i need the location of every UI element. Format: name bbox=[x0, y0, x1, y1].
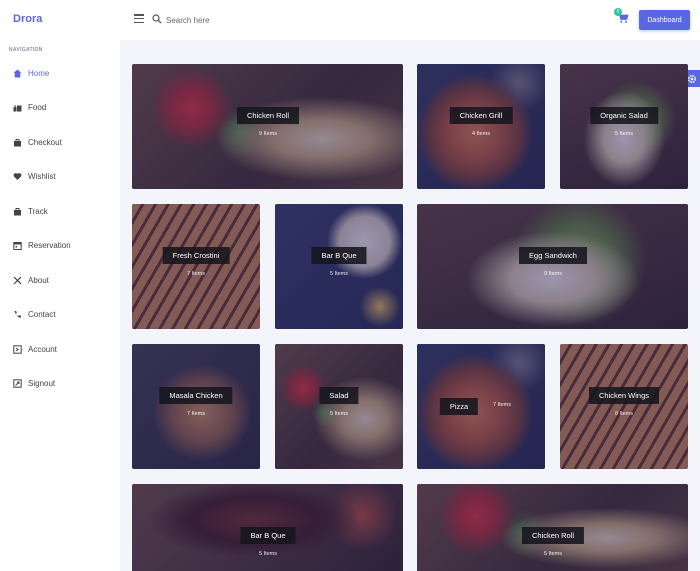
card-image bbox=[560, 344, 688, 469]
category-count: 7 Items bbox=[186, 411, 206, 417]
menu-toggle-icon[interactable] bbox=[134, 14, 144, 23]
sidebar-item-label: Account bbox=[28, 345, 57, 354]
utensils-icon bbox=[13, 276, 22, 285]
sidebar-item-account[interactable]: Account bbox=[0, 340, 120, 360]
account-icon bbox=[13, 345, 22, 354]
home-icon bbox=[13, 69, 22, 78]
sidebar-item-about[interactable]: About bbox=[0, 271, 120, 291]
category-title: Salad bbox=[319, 387, 359, 404]
category-title: Organic Salad bbox=[590, 107, 658, 124]
category-title: Masala Chicken bbox=[159, 387, 233, 404]
category-card[interactable]: Chicken Grill 4 Items bbox=[417, 64, 545, 189]
category-card[interactable]: Chicken Wings 8 Items bbox=[560, 344, 688, 469]
phone-icon bbox=[14, 311, 21, 318]
card-image bbox=[417, 64, 545, 189]
card-image bbox=[275, 344, 403, 469]
top-bar: Drora 0 Dashboard bbox=[0, 0, 700, 40]
category-title: Pizza bbox=[439, 398, 479, 415]
category-count: 7 Items bbox=[186, 271, 206, 277]
brand-logo[interactable]: Drora bbox=[13, 13, 42, 25]
sidebar-item-contact[interactable]: Contact bbox=[0, 305, 120, 325]
sidebar-item-checkout[interactable]: Checkout bbox=[0, 133, 120, 153]
category-count: 9 Items bbox=[543, 271, 563, 277]
bag-icon bbox=[14, 208, 21, 216]
category-count: 5 Items bbox=[543, 551, 563, 557]
category-card[interactable]: Bar B Que 5 Items bbox=[275, 204, 403, 329]
category-count: 5 Items bbox=[614, 131, 634, 137]
category-card[interactable]: Masala Chicken 7 Items bbox=[132, 344, 260, 469]
bag-icon bbox=[14, 139, 21, 147]
sidebar-item-label: Contact bbox=[28, 310, 56, 319]
card-image bbox=[417, 204, 688, 329]
dashboard-button[interactable]: Dashboard bbox=[639, 10, 690, 30]
category-count: 9 Items bbox=[258, 131, 278, 137]
sidebar-item-home[interactable]: Home bbox=[0, 64, 120, 84]
category-card[interactable]: Pizza 7 Items bbox=[417, 344, 545, 469]
sidebar-item-label: Food bbox=[28, 103, 47, 112]
sidebar-item-signout[interactable]: Signout bbox=[0, 374, 120, 394]
card-image bbox=[417, 344, 545, 469]
category-count: 8 Items bbox=[614, 411, 634, 417]
sidebar-item-label: Home bbox=[28, 69, 50, 78]
sidebar-item-label: Checkout bbox=[28, 138, 62, 147]
signout-icon bbox=[13, 379, 22, 388]
gear-icon bbox=[687, 74, 696, 83]
sidebar-item-reservation[interactable]: Reservation bbox=[0, 236, 120, 256]
calendar-icon bbox=[13, 242, 22, 250]
category-count: 7 Items bbox=[492, 402, 512, 408]
card-image bbox=[132, 344, 260, 469]
category-title: Bar B Que bbox=[240, 527, 296, 544]
card-image bbox=[132, 204, 260, 329]
category-count: 4 Items bbox=[471, 131, 491, 137]
cart-badge: 0 bbox=[614, 8, 622, 16]
category-card[interactable]: Fresh Crostini 7 Items bbox=[132, 204, 260, 329]
sidebar-item-track[interactable]: Track bbox=[0, 202, 120, 222]
sidebar-item-label: Reservation bbox=[28, 241, 71, 250]
card-image bbox=[132, 64, 403, 189]
sidebar-item-label: Track bbox=[28, 207, 48, 216]
sidebar: NAVIGATION Home Food Checkout Wishlist T… bbox=[0, 40, 120, 571]
sidebar-item-label: About bbox=[28, 276, 49, 285]
category-title: Fresh Crostini bbox=[162, 247, 230, 264]
category-card[interactable]: Organic Salad 5 Items bbox=[560, 64, 688, 189]
card-image bbox=[275, 204, 403, 329]
sidebar-item-wishlist[interactable]: Wishlist bbox=[0, 167, 120, 187]
category-count: 5 Items bbox=[329, 271, 349, 277]
search-input[interactable] bbox=[166, 13, 366, 27]
category-card[interactable]: Chicken Roll 5 Items bbox=[417, 484, 688, 571]
food-icon bbox=[13, 105, 22, 112]
category-card[interactable]: Salad 5 Items bbox=[275, 344, 403, 469]
category-count: 5 Items bbox=[329, 411, 349, 417]
category-title: Chicken Roll bbox=[521, 527, 585, 544]
category-count: 5 Items bbox=[258, 551, 278, 557]
category-title: Chicken Wings bbox=[588, 387, 660, 404]
category-title: Egg Sandwich bbox=[519, 247, 587, 264]
sidebar-item-food[interactable]: Food bbox=[0, 98, 120, 118]
search-icon bbox=[152, 14, 162, 24]
category-card[interactable]: Bar B Que 5 Items bbox=[132, 484, 403, 571]
card-image bbox=[560, 64, 688, 189]
category-card[interactable]: Egg Sandwich 9 Items bbox=[417, 204, 688, 329]
category-title: Bar B Que bbox=[311, 247, 367, 264]
sidebar-item-label: Wishlist bbox=[28, 172, 56, 181]
category-title: Chicken Roll bbox=[236, 107, 300, 124]
sidebar-item-label: Signout bbox=[28, 379, 56, 388]
nav-heading: NAVIGATION bbox=[9, 47, 43, 53]
category-card[interactable]: Chicken Roll 9 Items bbox=[132, 64, 403, 189]
heart-icon bbox=[13, 173, 22, 180]
category-title: Chicken Grill bbox=[449, 107, 513, 124]
